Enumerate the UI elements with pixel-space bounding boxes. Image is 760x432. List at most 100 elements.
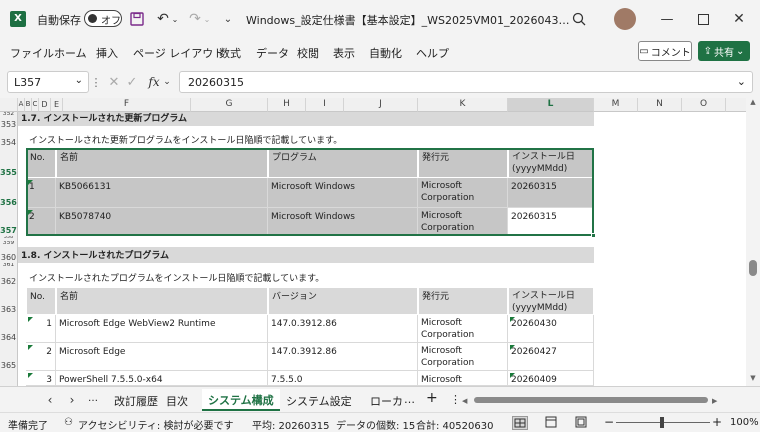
column-header-e[interactable]: E bbox=[51, 98, 63, 112]
column-header-h[interactable]: H bbox=[268, 98, 306, 112]
error-indicator-icon[interactable] bbox=[510, 345, 515, 350]
table-header-name[interactable]: 名前 bbox=[56, 287, 268, 315]
error-indicator-icon[interactable] bbox=[28, 345, 33, 350]
table-cell-publisher[interactable]: Microsoft bbox=[418, 371, 508, 386]
row-header[interactable]: 365 bbox=[0, 343, 18, 371]
zoom-in-button[interactable]: + bbox=[712, 415, 722, 429]
row-header[interactable]: 355 bbox=[0, 148, 18, 178]
table-cell-name[interactable]: Microsoft Edge bbox=[56, 343, 268, 371]
page-layout-view-icon[interactable] bbox=[544, 416, 560, 430]
tab-system-configuration[interactable]: システム構成 bbox=[202, 389, 280, 411]
accessibility-status[interactable]: アクセシビリティ: 検討が必要です bbox=[78, 417, 233, 432]
scroll-up-icon[interactable]: ▲ bbox=[748, 98, 758, 108]
zoom-slider-thumb[interactable] bbox=[660, 417, 664, 428]
close-icon[interactable]: ✕ bbox=[730, 10, 748, 28]
column-header-k[interactable]: K bbox=[418, 98, 508, 112]
enter-icon[interactable]: ✓ bbox=[124, 73, 140, 91]
comment-button[interactable]: ▭ コメント bbox=[638, 41, 692, 61]
add-sheet-button[interactable]: + bbox=[426, 390, 438, 406]
tab-scroll-right-icon[interactable]: › bbox=[66, 393, 78, 407]
table-header-no[interactable]: No. bbox=[26, 148, 56, 178]
hscroll-left-icon[interactable]: ◀ bbox=[462, 397, 470, 405]
scroll-down-icon[interactable]: ▼ bbox=[748, 374, 758, 384]
page-break-view-icon[interactable] bbox=[574, 416, 590, 430]
insert-function-icon[interactable]: fx bbox=[145, 73, 163, 91]
error-indicator-icon[interactable] bbox=[510, 373, 515, 378]
horizontal-scroll-thumb[interactable] bbox=[474, 397, 708, 403]
name-box[interactable]: L357 ⌄ bbox=[7, 71, 89, 93]
section-title[interactable]: 1.7. インストールされた更新プログラム bbox=[18, 112, 594, 126]
column-header-b[interactable]: B bbox=[25, 98, 32, 112]
more-icon[interactable]: ⋮ bbox=[91, 73, 102, 91]
tab-system-settings[interactable]: システム設定 bbox=[286, 393, 352, 409]
table-header-publisher[interactable]: 発行元 bbox=[418, 148, 508, 178]
table-cell-date[interactable]: 20260315 bbox=[508, 178, 594, 208]
table-header-install-date[interactable]: インストール日 (yyyyMMdd) bbox=[508, 148, 594, 178]
table-cell-publisher[interactable]: Microsoft Corporation bbox=[418, 178, 508, 208]
hscroll-right-icon[interactable]: ▶ bbox=[712, 397, 720, 405]
zoom-out-button[interactable]: − bbox=[604, 415, 614, 429]
column-header-l[interactable]: L bbox=[508, 98, 594, 112]
table-cell-version[interactable]: 7.5.5.0 bbox=[268, 371, 418, 386]
maximize-icon[interactable] bbox=[694, 10, 712, 28]
table-cell-program[interactable]: Microsoft Windows bbox=[268, 178, 418, 208]
error-indicator-icon[interactable] bbox=[28, 373, 33, 378]
column-header-j[interactable]: J bbox=[344, 98, 418, 112]
column-header-f[interactable]: F bbox=[63, 98, 191, 112]
table-cell-date[interactable]: 20260427 bbox=[508, 343, 594, 371]
menu-automate[interactable]: 自動化 bbox=[369, 45, 402, 61]
tab-more-right[interactable]: … bbox=[404, 393, 415, 406]
error-indicator-icon[interactable] bbox=[28, 180, 33, 185]
menu-formulas[interactable]: 数式 bbox=[219, 45, 241, 61]
table-cell-date[interactable]: 20260430 bbox=[508, 315, 594, 343]
fill-handle[interactable] bbox=[591, 233, 596, 238]
chevron-down-icon[interactable]: ⌄ bbox=[162, 73, 172, 91]
section-description[interactable]: インストールされた更新プログラムをインストール日陥順で記載しています。 bbox=[26, 132, 526, 146]
column-header-g[interactable]: G bbox=[191, 98, 268, 112]
normal-view-icon[interactable] bbox=[512, 416, 528, 430]
save-icon[interactable] bbox=[128, 10, 146, 28]
chevron-down-icon[interactable]: ⌄ bbox=[75, 75, 83, 86]
column-header-i[interactable]: I bbox=[306, 98, 344, 112]
menu-home[interactable]: ホーム bbox=[54, 45, 87, 61]
row-header[interactable]: 364 bbox=[0, 315, 18, 343]
table-header-program[interactable]: プログラム bbox=[268, 148, 418, 178]
row-header[interactable]: 360 bbox=[0, 247, 18, 263]
avatar[interactable] bbox=[614, 8, 636, 30]
vertical-scroll-thumb[interactable] bbox=[749, 260, 757, 276]
tab-revision-history[interactable]: 改訂履歴 bbox=[114, 393, 158, 409]
menu-review[interactable]: 校閲 bbox=[297, 45, 319, 61]
formula-input[interactable]: 20260315 ⌄ bbox=[179, 71, 753, 93]
select-all-corner[interactable] bbox=[0, 98, 18, 112]
table-cell-publisher[interactable]: Microsoft Corporation bbox=[418, 208, 508, 236]
menu-data[interactable]: データ bbox=[256, 45, 289, 61]
table-cell-version[interactable]: 147.0.3912.86 bbox=[268, 315, 418, 343]
table-cell-name[interactable]: PowerShell 7.5.5.0-x64 bbox=[56, 371, 268, 386]
expand-formula-icon[interactable]: ⌄ bbox=[737, 75, 746, 88]
table-header-no[interactable]: No. bbox=[26, 287, 56, 315]
table-cell-name[interactable]: Microsoft Edge WebView2 Runtime bbox=[56, 315, 268, 343]
table-header-publisher[interactable]: 発行元 bbox=[418, 287, 508, 315]
table-cell-publisher[interactable]: Microsoft Corporation bbox=[418, 315, 508, 343]
column-header-n[interactable]: N bbox=[638, 98, 682, 112]
undo-dropdown-icon[interactable]: ⌄ bbox=[170, 12, 180, 26]
table-cell-name[interactable]: KB5066131 bbox=[56, 178, 268, 208]
tab-more[interactable]: … bbox=[88, 393, 98, 404]
menu-view[interactable]: 表示 bbox=[333, 45, 355, 61]
row-header[interactable]: 354 bbox=[0, 130, 18, 148]
row-header[interactable]: 353 bbox=[0, 118, 18, 130]
table-header-install-date[interactable]: インストール日 (yyyyMMdd) bbox=[508, 287, 594, 315]
column-header-o[interactable]: O bbox=[682, 98, 726, 112]
menu-insert[interactable]: 挿入 bbox=[96, 45, 118, 61]
menu-help[interactable]: ヘルプ bbox=[416, 45, 449, 61]
column-header-a[interactable]: A bbox=[18, 98, 25, 112]
menu-file[interactable]: ファイル bbox=[10, 45, 54, 61]
error-indicator-icon[interactable] bbox=[28, 317, 33, 322]
table-cell-program[interactable]: Microsoft Windows bbox=[268, 208, 418, 236]
table-cell-publisher[interactable]: Microsoft Corporation bbox=[418, 343, 508, 371]
share-button[interactable]: ⇪ 共有 ⌄ bbox=[698, 41, 750, 61]
autosave-toggle[interactable]: オフ bbox=[84, 10, 122, 27]
table-cell-version[interactable]: 147.0.3912.86 bbox=[268, 343, 418, 371]
tab-scroll-left-icon[interactable]: ‹ bbox=[44, 393, 56, 407]
table-cell-date[interactable]: 20260409 bbox=[508, 371, 594, 386]
